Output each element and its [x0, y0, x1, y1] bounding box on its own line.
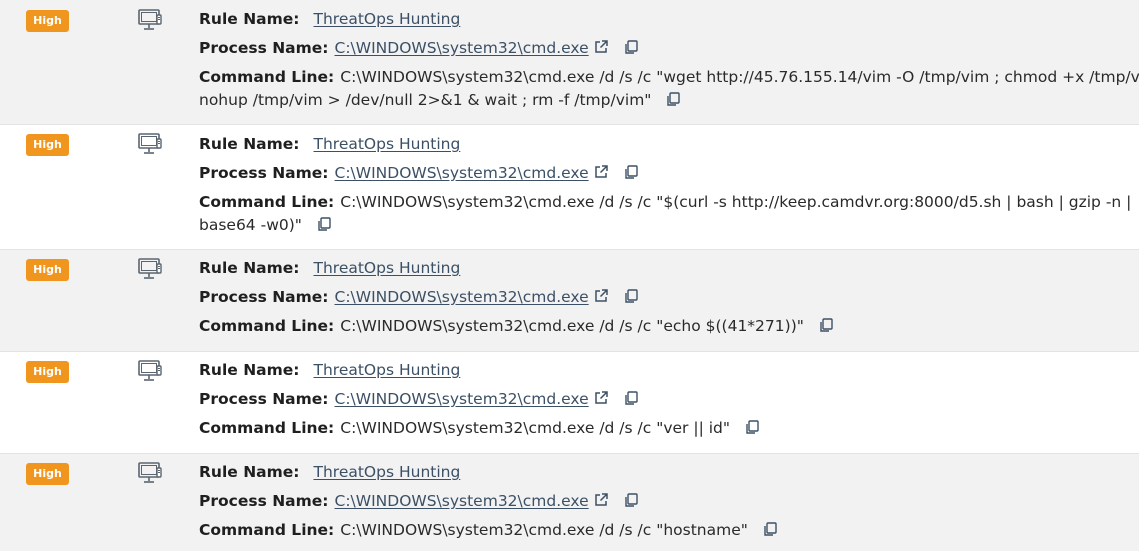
command-line-value-continued: nohup /tmp/vim > /dev/null 2>&1 & wait ;… [199, 91, 652, 109]
severity-badge: High [26, 10, 69, 32]
command-line-value: C:\WINDOWS\system32\cmd.exe /d /s /c "ho… [340, 521, 748, 539]
command-line-value: C:\WINDOWS\system32\cmd.exe /d /s /c "ec… [340, 317, 804, 335]
rule-name-line: Rule Name: ThreatOps Hunting [199, 8, 460, 31]
process-name-link[interactable]: C:\WINDOWS\system32\cmd.exe [335, 390, 589, 408]
process-name-link[interactable]: C:\WINDOWS\system32\cmd.exe [335, 288, 589, 306]
alert-row: High Rule Name: ThreatOps Hunting Process… [0, 0, 1139, 124]
copy-icon[interactable] [623, 288, 639, 311]
process-name-label: Process Name: [199, 39, 329, 57]
command-line-line: Command Line: C:\WINDOWS\system32\cmd.exe… [199, 66, 1139, 89]
severity-badge: High [26, 361, 69, 383]
desktop-computer-icon [137, 461, 163, 487]
rule-name-line: Rule Name: ThreatOps Hunting [199, 359, 460, 382]
rule-name-label: Rule Name: [199, 259, 300, 277]
severity-badge: High [26, 463, 69, 485]
desktop-computer-icon [137, 8, 163, 34]
copy-icon[interactable] [762, 521, 778, 544]
command-line-value: C:\WINDOWS\system32\cmd.exe /d /s /c "wg… [340, 68, 1139, 86]
rule-name-label: Rule Name: [199, 463, 300, 481]
copy-icon[interactable] [623, 164, 639, 187]
command-line-label: Command Line: [199, 317, 335, 335]
desktop-computer-icon [137, 132, 163, 158]
rule-name-label: Rule Name: [199, 10, 300, 28]
command-line-value-continued: base64 -w0)" [199, 216, 302, 234]
copy-icon[interactable] [623, 390, 639, 413]
copy-icon[interactable] [623, 39, 639, 62]
rule-name-link[interactable]: ThreatOps Hunting [314, 10, 461, 28]
process-name-link[interactable]: C:\WINDOWS\system32\cmd.exe [335, 39, 589, 57]
external-link-icon[interactable] [593, 492, 609, 515]
desktop-computer-icon [137, 359, 163, 385]
copy-icon[interactable] [623, 492, 639, 515]
command-line-line: Command Line: C:\WINDOWS\system32\cmd.exe… [199, 315, 834, 340]
rule-name-label: Rule Name: [199, 135, 300, 153]
process-name-line: Process Name: C:\WINDOWS\system32\cmd.exe [199, 286, 639, 311]
rule-name-link[interactable]: ThreatOps Hunting [314, 463, 461, 481]
alert-row: High Rule Name: ThreatOps Hunting Process… [0, 125, 1139, 249]
command-line-line: Command Line: C:\WINDOWS\system32\cmd.exe… [199, 519, 778, 544]
command-line-label: Command Line: [199, 193, 335, 211]
process-name-label: Process Name: [199, 164, 329, 182]
command-line-label: Command Line: [199, 68, 335, 86]
command-line-label: Command Line: [199, 419, 335, 437]
rule-name-link[interactable]: ThreatOps Hunting [314, 361, 461, 379]
severity-badge: High [26, 134, 69, 156]
rule-name-label: Rule Name: [199, 361, 300, 379]
command-line-label: Command Line: [199, 521, 335, 539]
alert-row: High Rule Name: ThreatOps Hunting Process… [0, 352, 1139, 453]
rule-name-line: Rule Name: ThreatOps Hunting [199, 461, 460, 484]
process-name-line: Process Name: C:\WINDOWS\system32\cmd.exe [199, 162, 639, 187]
rule-name-line: Rule Name: ThreatOps Hunting [199, 133, 460, 156]
process-name-link[interactable]: C:\WINDOWS\system32\cmd.exe [335, 492, 589, 510]
command-line-value: C:\WINDOWS\system32\cmd.exe /d /s /c "ve… [340, 419, 730, 437]
process-name-label: Process Name: [199, 492, 329, 510]
external-link-icon[interactable] [593, 164, 609, 187]
copy-icon[interactable] [744, 419, 760, 442]
external-link-icon[interactable] [593, 288, 609, 311]
desktop-computer-icon [137, 257, 163, 283]
process-name-line: Process Name: C:\WINDOWS\system32\cmd.exe [199, 37, 639, 62]
process-name-line: Process Name: C:\WINDOWS\system32\cmd.exe [199, 388, 639, 413]
external-link-icon[interactable] [593, 390, 609, 413]
command-line-line: Command Line: C:\WINDOWS\system32\cmd.exe… [199, 191, 1131, 214]
rule-name-link[interactable]: ThreatOps Hunting [314, 259, 461, 277]
process-name-label: Process Name: [199, 390, 329, 408]
copy-icon[interactable] [818, 317, 834, 340]
process-name-link[interactable]: C:\WINDOWS\system32\cmd.exe [335, 164, 589, 182]
command-line-continuation: base64 -w0)" [199, 214, 332, 239]
rule-name-line: Rule Name: ThreatOps Hunting [199, 257, 460, 280]
external-link-icon[interactable] [593, 39, 609, 62]
command-line-value: C:\WINDOWS\system32\cmd.exe /d /s /c "$(… [340, 193, 1132, 211]
alert-row: High Rule Name: ThreatOps Hunting Process… [0, 250, 1139, 351]
alert-list: High Rule Name: ThreatOps Hunting Process… [0, 0, 1139, 551]
alert-row: High Rule Name: ThreatOps Hunting Process… [0, 454, 1139, 551]
command-line-continuation: nohup /tmp/vim > /dev/null 2>&1 & wait ;… [199, 89, 681, 114]
process-name-line: Process Name: C:\WINDOWS\system32\cmd.exe [199, 490, 639, 515]
rule-name-link[interactable]: ThreatOps Hunting [314, 135, 461, 153]
copy-icon[interactable] [316, 216, 332, 239]
severity-badge: High [26, 259, 69, 281]
copy-icon[interactable] [665, 91, 681, 114]
command-line-line: Command Line: C:\WINDOWS\system32\cmd.exe… [199, 417, 760, 442]
process-name-label: Process Name: [199, 288, 329, 306]
